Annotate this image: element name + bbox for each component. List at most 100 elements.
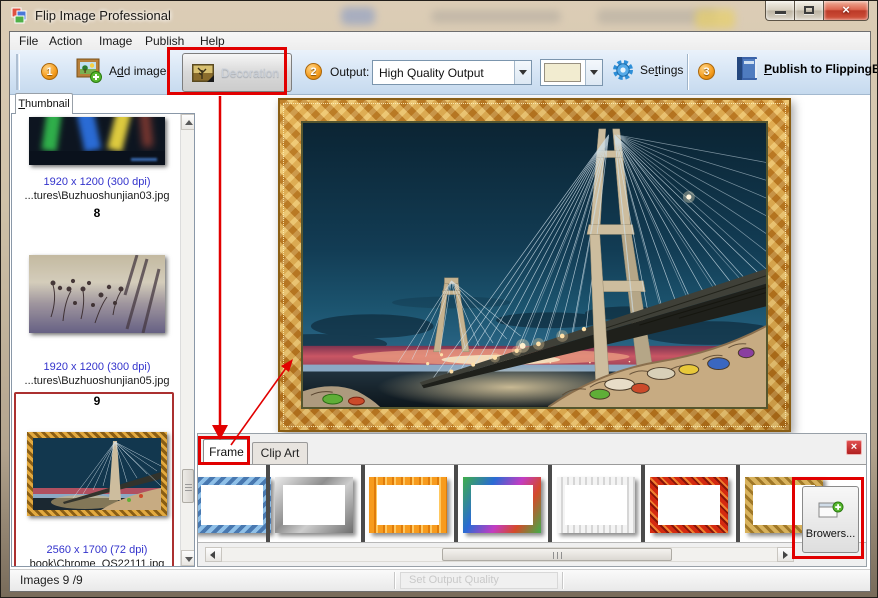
minimize-button[interactable] xyxy=(765,1,795,21)
scrollbar-thumb[interactable] xyxy=(442,548,672,561)
settings-button[interactable]: Settings xyxy=(611,58,683,82)
window-title: Flip Image Professional xyxy=(35,8,171,23)
toolbar: 1 Add image Decoration xyxy=(10,50,870,95)
menu-action[interactable]: Action xyxy=(49,34,82,48)
add-image-button[interactable]: Add image xyxy=(76,58,166,84)
gear-icon xyxy=(611,58,635,82)
panel-close-button[interactable]: × xyxy=(846,440,862,455)
tab-clip-art[interactable]: Clip Art xyxy=(252,442,308,465)
tab-thumbnail[interactable]: Thumbnail xyxy=(15,93,73,114)
step-2-badge: 2 xyxy=(305,63,322,80)
annotation-rect-frame-tab xyxy=(198,436,250,465)
color-dropdown-button[interactable] xyxy=(585,60,602,85)
scrollbar-thumb[interactable] xyxy=(182,469,194,503)
thumbnail-scrollbar[interactable] xyxy=(180,114,194,566)
thumbnail-dims: 1920 x 1200 (300 dpi) xyxy=(12,361,182,373)
grip-icon xyxy=(185,487,192,488)
output-label: Output: xyxy=(330,65,369,79)
close-icon: × xyxy=(842,2,850,17)
scroll-left-button[interactable] xyxy=(205,547,222,562)
add-image-icon xyxy=(76,58,103,84)
menu-bar: File Action Image Publish Help xyxy=(10,32,870,50)
thumbnail-number: 8 xyxy=(12,206,182,220)
output-quality-value: High Quality Output xyxy=(379,66,484,80)
toolbar-gripper[interactable] xyxy=(16,54,20,90)
close-button[interactable]: × xyxy=(824,1,869,21)
preview-image-bridge xyxy=(301,121,768,409)
chevron-down-icon xyxy=(590,70,598,75)
frame-thumbnail-blue[interactable] xyxy=(198,477,271,533)
maximize-icon xyxy=(804,6,814,14)
grip-icon xyxy=(557,552,558,559)
frame-list-divider xyxy=(736,465,740,543)
frame-list-divider xyxy=(641,465,645,543)
status-hint: Set Output Quality xyxy=(400,572,558,589)
status-image-count: Images 9 /9 xyxy=(20,573,83,587)
frame-thumbnail-white[interactable] xyxy=(557,477,635,533)
status-separator xyxy=(562,572,564,589)
wallpaper-smudge xyxy=(341,7,375,25)
background-color-combobox[interactable] xyxy=(540,59,603,86)
menu-image[interactable]: Image xyxy=(99,34,132,48)
scroll-up-button[interactable] xyxy=(181,114,195,130)
thumbnail-panel: 1920 x 1200 (300 dpi) ...tures\Buzhuoshu… xyxy=(11,113,195,567)
menu-help[interactable]: Help xyxy=(200,34,225,48)
thumbnail-dims: 2560 x 1700 (72 dpi) xyxy=(12,544,182,556)
maximize-button[interactable] xyxy=(795,1,824,21)
book-icon xyxy=(734,55,760,83)
preview-frame-gold xyxy=(278,98,791,432)
toolbar-separator xyxy=(687,54,689,90)
frame-list-divider xyxy=(361,465,365,543)
arrow-left-icon xyxy=(210,551,215,559)
status-separator xyxy=(394,572,396,589)
grip-icon xyxy=(561,552,562,559)
grip-icon xyxy=(553,552,554,559)
annotation-rect-browse xyxy=(792,477,864,559)
frame-thumbnail-silver[interactable] xyxy=(275,477,353,533)
step-1-badge: 1 xyxy=(41,63,58,80)
grip-icon xyxy=(185,484,192,485)
minimize-icon xyxy=(775,11,786,14)
scroll-down-button[interactable] xyxy=(181,550,195,566)
step-3-badge: 3 xyxy=(698,63,715,80)
output-dropdown-button[interactable] xyxy=(514,61,531,84)
publish-button[interactable]: Publish to FlippingB xyxy=(734,55,878,83)
add-image-label: Add image xyxy=(109,64,166,78)
frame-list xyxy=(198,464,866,543)
thumbnail-image-toys[interactable] xyxy=(29,117,165,165)
thumbnail-filename: book\Chrome_OS22111.jpg xyxy=(12,558,182,567)
frame-list-divider xyxy=(266,465,270,543)
close-icon: × xyxy=(851,441,857,453)
thumbnail-number: 9 xyxy=(12,394,182,408)
title-bar[interactable]: Flip Image Professional × xyxy=(1,1,878,31)
thumbnail-filename: ...tures\Buzhuoshunjian03.jpg xyxy=(12,190,182,202)
settings-label: Settings xyxy=(640,63,683,77)
output-quality-combobox[interactable]: High Quality Output xyxy=(372,60,532,85)
publish-label: Publish to FlippingB xyxy=(764,62,878,76)
wallpaper-smudge xyxy=(695,9,735,29)
thumbnail-image-plants[interactable] xyxy=(29,255,165,333)
app-window: Flip Image Professional × File Action Im… xyxy=(0,0,878,598)
thumbnail-tab-label: Thumbnail xyxy=(18,98,69,110)
decoration-panel: Frame Clip Art × xyxy=(197,433,867,567)
menu-publish[interactable]: Publish xyxy=(145,34,184,48)
frame-list-divider xyxy=(454,465,458,543)
window-controls: × xyxy=(765,1,869,21)
frame-thumbnail-red[interactable] xyxy=(650,477,728,533)
status-bar: Images 9 /9 Set Output Quality xyxy=(10,569,870,591)
arrow-right-icon xyxy=(783,551,788,559)
annotation-rect-decoration xyxy=(167,47,287,95)
color-swatch xyxy=(544,63,581,82)
arrow-up-icon xyxy=(185,120,193,125)
frame-thumbnail-rainbow[interactable] xyxy=(463,477,541,533)
grip-icon xyxy=(185,490,192,491)
thumbnail-image-bridge-framed[interactable] xyxy=(27,432,167,516)
frame-thumbnail-orange[interactable] xyxy=(369,477,447,533)
frame-list-divider xyxy=(548,465,552,543)
wallpaper-smudge xyxy=(431,10,561,23)
thumbnail-filename: ...tures\Buzhuoshunjian05.jpg xyxy=(12,375,182,387)
chevron-down-icon xyxy=(519,70,527,75)
thumbnail-dims: 1920 x 1200 (300 dpi) xyxy=(12,176,182,188)
menu-file[interactable]: File xyxy=(19,34,38,48)
arrow-down-icon xyxy=(185,557,193,562)
